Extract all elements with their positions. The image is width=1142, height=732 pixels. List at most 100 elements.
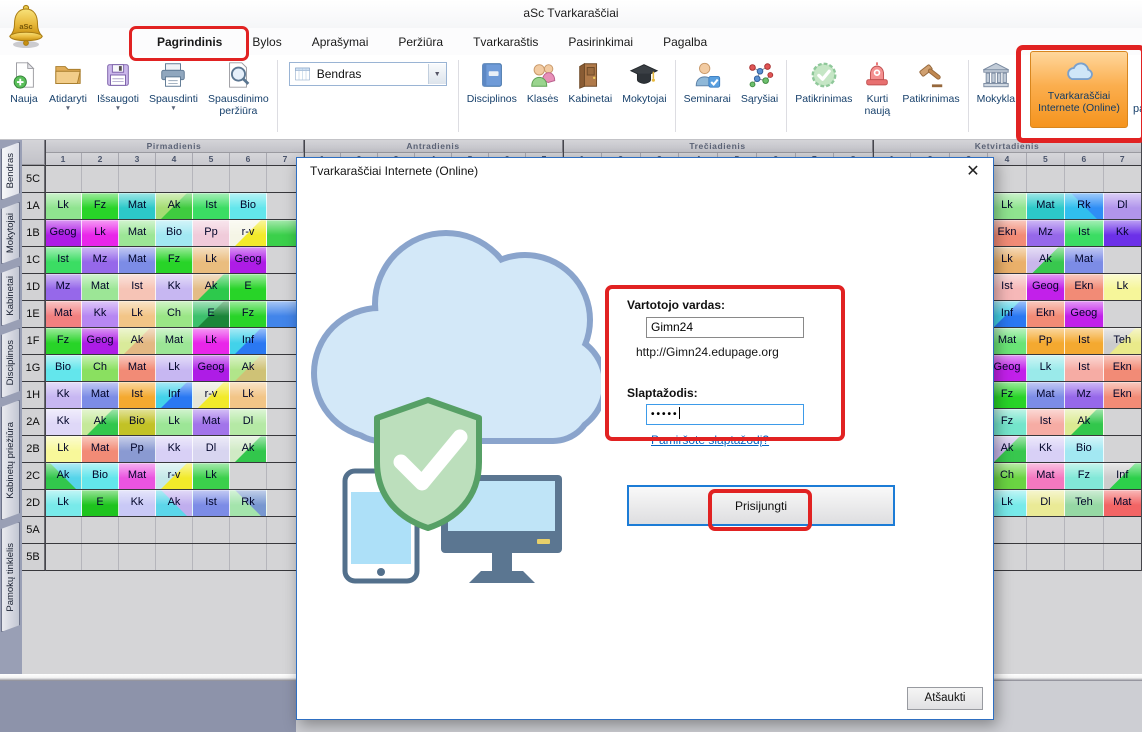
lesson-cell-1h-r-v[interactable]: r-v [193,382,230,408]
lesson-cell-1a-mat[interactable]: Mat [1027,193,1065,219]
lesson-cell-1e-lk[interactable]: Lk [119,301,156,327]
lesson-cell-1a-bio[interactable]: Bio [230,193,267,219]
lesson-cell-2d-e[interactable]: E [82,490,119,516]
lesson-cell-1h-kk[interactable]: Kk [45,382,82,408]
ribbon-button-new[interactable]: Nauja [4,57,44,105]
lesson-cell-1f-pp[interactable]: Pp [1027,328,1065,354]
lesson-cell-1c-ist[interactable]: Ist [45,247,82,273]
ribbon-button-print-preview[interactable]: Spausdinimo peržiūra [203,57,274,118]
lesson-cell-1d-ist[interactable]: Ist [988,274,1026,300]
ribbon-button-rooms[interactable]: Kabinetai [563,57,617,105]
lesson-cell-1b-geog[interactable]: Geog [45,220,82,246]
lesson-cell-2d-teh[interactable]: Teh [1065,490,1103,516]
lesson-cell-1c-mz[interactable]: Mz [82,247,119,273]
lesson-cell-1c-ak[interactable]: Ak [1027,247,1065,273]
lesson-cell-1b-lk[interactable]: Lk [82,220,119,246]
ribbon-button-teachers[interactable]: Mokytojai [617,57,671,105]
lesson-cell-1h-mat[interactable]: Mat [82,382,119,408]
lesson-cell-2c-ch[interactable]: Ch [988,463,1026,489]
lesson-cell-1h-mz[interactable]: Mz [1065,382,1103,408]
chevron-down-icon[interactable]: ▼ [428,64,446,84]
lesson-cell-2b-kk[interactable]: Kk [156,436,193,462]
cancel-button[interactable]: Atšaukti [907,687,983,710]
login-button[interactable]: Prisijungti [627,485,895,526]
sidebar-tab-kabinetai[interactable]: Kabinetai [1,266,20,326]
lesson-cell-1e-ch[interactable]: Ch [156,301,193,327]
lesson-cell-1g-geog[interactable]: Geog [988,355,1026,381]
lesson-cell-1e-inf[interactable]: Inf [988,301,1026,327]
menu-tab-pasirinkimai[interactable]: Pasirinkimai [553,30,648,54]
lesson-cell-1h-ekn[interactable]: Ekn [1104,382,1142,408]
ribbon-button-save[interactable]: Išsaugoti▼ [92,57,144,113]
lesson-cell-1c-mat[interactable]: Mat [119,247,156,273]
lesson-cell-1b-ist[interactable]: Ist [1065,220,1103,246]
menu-tab-pagrindinis[interactable]: Pagrindinis [142,30,237,54]
lesson-cell-1a-dl[interactable]: Dl [1104,193,1142,219]
lesson-cell-1c-mat[interactable]: Mat [1065,247,1103,273]
lesson-cell-2a-ak[interactable]: Ak [82,409,119,435]
lesson-cell-2d-lk[interactable]: Lk [988,490,1026,516]
lesson-cell-1a-mat[interactable]: Mat [119,193,156,219]
lesson-cell-2c-bio[interactable]: Bio [82,463,119,489]
forgot-password-link[interactable]: Pamiršote slaptažodį? [651,433,769,447]
lesson-cell-2b-pp[interactable]: Pp [119,436,156,462]
lesson-cell-1b-mz[interactable]: Mz [1027,220,1065,246]
menu-tab-tvarkaras-tis[interactable]: Tvarkaraštis [458,30,553,54]
lesson-cell-2a-bio[interactable]: Bio [119,409,156,435]
sidebar-tab-bendras[interactable]: Bendras [1,142,20,200]
lesson-cell-2d-ist[interactable]: Ist [193,490,230,516]
lesson-cell-1e-fz[interactable]: Fz [230,301,267,327]
lesson-cell-2b-mat[interactable]: Mat [82,436,119,462]
lesson-cell-2d-dl[interactable]: Dl [1027,490,1065,516]
lesson-cell-1e-geog[interactable]: Geog [1065,301,1103,327]
lesson-cell-1h-mat[interactable]: Mat [1027,382,1065,408]
lesson-cell-1g-lk[interactable]: Lk [1027,355,1065,381]
lesson-cell-1g-bio[interactable]: Bio [45,355,82,381]
ribbon-button-school[interactable]: Mokykla [972,57,1021,105]
lesson-cell-1h-ist[interactable]: Ist [119,382,156,408]
lesson-cell-1c-lk[interactable]: Lk [988,247,1026,273]
lesson-cell-1d-ekn[interactable]: Ekn [1065,274,1103,300]
lesson-cell-1f-ist[interactable]: Ist [1065,328,1103,354]
lesson-cell-2c-lk[interactable]: Lk [193,463,230,489]
lesson-cell-2c-fz[interactable]: Fz [1065,463,1103,489]
lesson-cell-2d-ak[interactable]: Ak [156,490,193,516]
ribbon-button-online-timetables[interactable]: Tvarkaraščiai Internete (Online) [1030,51,1128,128]
lesson-cell-1h-inf[interactable]: Inf [156,382,193,408]
lesson-cell-1g-ak[interactable]: Ak [230,355,267,381]
lesson-cell-1f-mat[interactable]: Mat [988,328,1026,354]
ribbon-button-seminars[interactable]: Seminarai [679,57,736,105]
lesson-cell-2c-inf[interactable]: Inf [1104,463,1142,489]
lesson-cell-1a-rk[interactable]: Rk [1065,193,1103,219]
lesson-cell-1b-bio[interactable]: Bio [156,220,193,246]
lesson-cell-1e-ekn[interactable]: Ekn [1027,301,1065,327]
lesson-cell-1g-ist[interactable]: Ist [1065,355,1103,381]
lesson-cell-1d-mat[interactable]: Mat [82,274,119,300]
lesson-cell-1h-lk[interactable]: Lk [230,382,267,408]
lesson-cell-1d-e[interactable]: E [230,274,267,300]
lesson-cell-2b-lk[interactable]: Lk [45,436,82,462]
lesson-cell-1b-mat[interactable]: Mat [119,220,156,246]
menu-tab-perz-iu-ra[interactable]: Peržiūra [383,30,458,54]
lesson-cell-1g-lk[interactable]: Lk [156,355,193,381]
menu-tab-bylos[interactable]: Bylos [237,30,296,54]
lesson-cell-2d-mat[interactable]: Mat [1104,490,1142,516]
sidebar-tab-disciplinos[interactable]: Disciplinos [1,328,20,398]
sidebar-tab-mokytojai[interactable]: Mokytojai [1,202,20,264]
lesson-cell-1c-fz[interactable]: Fz [156,247,193,273]
lesson-cell-2a-mat[interactable]: Mat [193,409,230,435]
lesson-cell-1d-kk[interactable]: Kk [156,274,193,300]
ribbon-button-disciplines[interactable]: Disciplinos [462,57,522,105]
lesson-cell-1g-ekn[interactable]: Ekn [1104,355,1142,381]
lesson-cell-2b-kk[interactable]: Kk [1027,436,1065,462]
lesson-cell-1f-mat[interactable]: Mat [156,328,193,354]
lesson-cell-1c-geog[interactable]: Geog [230,247,267,273]
lesson-cell-1a-lk[interactable]: Lk [988,193,1026,219]
ribbon-button-open[interactable]: Atidaryti▼ [44,57,92,113]
lesson-cell-1d-ak[interactable]: Ak [193,274,230,300]
close-icon[interactable]: ✕ [962,161,984,183]
lesson-cell-1b-kk[interactable]: Kk [1104,220,1142,246]
lesson-cell-2b-dl[interactable]: Dl [193,436,230,462]
lesson-cell-1a-lk[interactable]: Lk [45,193,82,219]
lesson-cell-2a-dl[interactable]: Dl [230,409,267,435]
